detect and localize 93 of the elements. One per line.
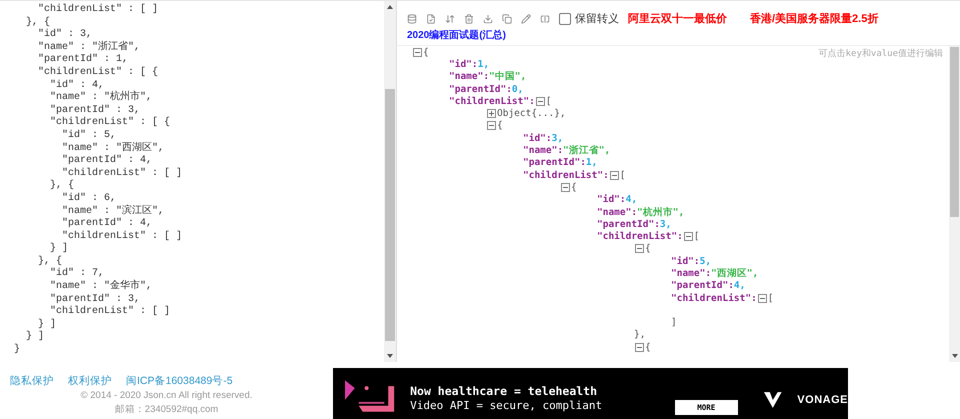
- copy-icon[interactable]: [502, 14, 512, 24]
- copyright-text: © 2014 - 2020 Json.cn All right reserved.: [80, 390, 252, 401]
- code-line: "id" : 3,: [37, 29, 94, 42]
- panel-icon[interactable]: [540, 14, 550, 24]
- code-line: "parentId" : 4,: [61, 155, 154, 168]
- database-icon[interactable]: [407, 14, 417, 24]
- json-key[interactable]: "name":: [597, 206, 638, 218]
- code-line: "childrenList" : [ ]: [61, 168, 184, 180]
- scrollbar[interactable]: [384, 1, 396, 362]
- json-bracket: {: [645, 243, 651, 254]
- code-line: "parentId" : 3,: [49, 104, 142, 116]
- json-key[interactable]: "childrenList":: [597, 231, 683, 242]
- document-icon[interactable]: [426, 14, 436, 24]
- v-logo-icon: [762, 390, 784, 410]
- download-icon[interactable]: [483, 14, 493, 24]
- code-line: "parentId" : 4,: [61, 218, 154, 230]
- collapse-icon[interactable]: [413, 48, 422, 57]
- scrollbar-thumb[interactable]: [385, 89, 395, 341]
- json-key[interactable]: "name":: [523, 145, 564, 156]
- collapse-icon[interactable]: [758, 294, 767, 303]
- code-line: "name" : "杭州市",: [49, 92, 154, 104]
- promo-link[interactable]: 阿里云双十一最低价: [628, 11, 727, 26]
- collapse-icon[interactable]: [561, 182, 570, 192]
- collapse-icon[interactable]: [610, 170, 619, 180]
- scrollbar-thumb[interactable]: [950, 47, 959, 217]
- json-bracket: },: [634, 329, 646, 340]
- code-line: "name" : "西湖区",: [61, 142, 166, 154]
- json-key[interactable]: "id":: [523, 132, 552, 144]
- code-line: "childrenList" : [ {: [49, 117, 172, 130]
- collapse-icon[interactable]: [684, 232, 693, 242]
- sort-icon[interactable]: [445, 14, 455, 24]
- collapse-icon[interactable]: [487, 121, 496, 130]
- code-line: }, {: [37, 256, 64, 268]
- article-link[interactable]: 2020编程面试题(汇总): [407, 28, 960, 42]
- trash-icon[interactable]: [464, 14, 474, 24]
- pen-icon[interactable]: [521, 14, 531, 24]
- json-key[interactable]: "childrenList":: [671, 292, 757, 304]
- code-line: }, {: [49, 180, 76, 192]
- code-line: "name" : "浙江省",: [37, 42, 142, 54]
- code-line: }, {: [25, 16, 52, 28]
- json-bracket: {: [497, 120, 503, 132]
- ad-subtitle: Video API = secure, compliant: [410, 399, 604, 413]
- email-text: 邮箱：2340592#qq.com: [114, 403, 218, 416]
- code-line: "parentId" : 1,: [37, 54, 130, 66]
- json-key[interactable]: "name":: [671, 268, 712, 279]
- collapse-icon[interactable]: [635, 244, 644, 254]
- json-bracket: {: [571, 182, 577, 193]
- json-key[interactable]: "id":: [449, 58, 478, 70]
- json-key[interactable]: "parentId":: [523, 157, 586, 168]
- scroll-up-icon[interactable]: [386, 3, 394, 11]
- json-bracket: ]: [671, 317, 677, 328]
- code-line: }: [14, 344, 22, 357]
- code-line: "id" : 4,: [49, 80, 106, 92]
- brand-name: VONAGE: [797, 394, 848, 406]
- code-line: } ]: [37, 318, 58, 330]
- collapse-icon[interactable]: [536, 96, 545, 106]
- json-bracket: [: [694, 231, 700, 242]
- checkbox-label: 保留转义: [575, 12, 619, 26]
- expand-icon[interactable]: [487, 109, 496, 118]
- code-line: "parentId" : 3,: [49, 294, 142, 306]
- scrollbar[interactable]: [949, 46, 960, 362]
- code-line: "childrenList" : [ ]: [37, 4, 160, 16]
- json-key[interactable]: "id":: [597, 194, 626, 206]
- checkbox[interactable]: [559, 12, 571, 24]
- json-bracket: Object{...},: [497, 108, 566, 120]
- code-line: "childrenList" : [ {: [37, 66, 160, 80]
- code-line: } ]: [49, 243, 70, 256]
- json-key[interactable]: "parentId":: [449, 84, 512, 95]
- code-line: "childrenList" : [ ]: [49, 306, 172, 318]
- json-key[interactable]: "id":: [671, 256, 700, 267]
- collapse-icon[interactable]: [635, 342, 644, 352]
- json-bracket: [: [546, 96, 552, 107]
- code-line: "id" : 6,: [61, 192, 117, 206]
- json-bracket: {: [645, 342, 651, 353]
- json-bracket: [: [620, 170, 626, 181]
- json-key[interactable]: "childrenList":: [449, 96, 535, 107]
- scroll-down-icon[interactable]: [950, 352, 958, 360]
- code-line: "id" : 5,: [61, 130, 117, 142]
- scroll-down-icon[interactable]: [386, 352, 394, 360]
- ad-title: Now healthcare = telehealth: [410, 383, 598, 399]
- code-line: "name" : "滨江区",: [61, 206, 166, 218]
- code-line: "childrenList" : [ ]: [61, 230, 184, 242]
- code-line: } ]: [25, 331, 46, 344]
- code-line: "name" : "金华市",: [49, 281, 154, 294]
- json-key[interactable]: "childrenList":: [523, 170, 609, 181]
- promo-link[interactable]: 香港/美国服务器限量2.5折: [750, 11, 878, 26]
- json-bracket: [: [768, 292, 774, 304]
- json-key[interactable]: "parentId":: [597, 218, 660, 230]
- edit-hint: 可点击key和value值进行编辑: [818, 48, 943, 60]
- json-key[interactable]: "name":: [449, 71, 490, 82]
- json-key[interactable]: "parentId":: [671, 280, 734, 292]
- json-bracket: {: [423, 46, 429, 58]
- code-line: "id" : 7,: [49, 268, 106, 280]
